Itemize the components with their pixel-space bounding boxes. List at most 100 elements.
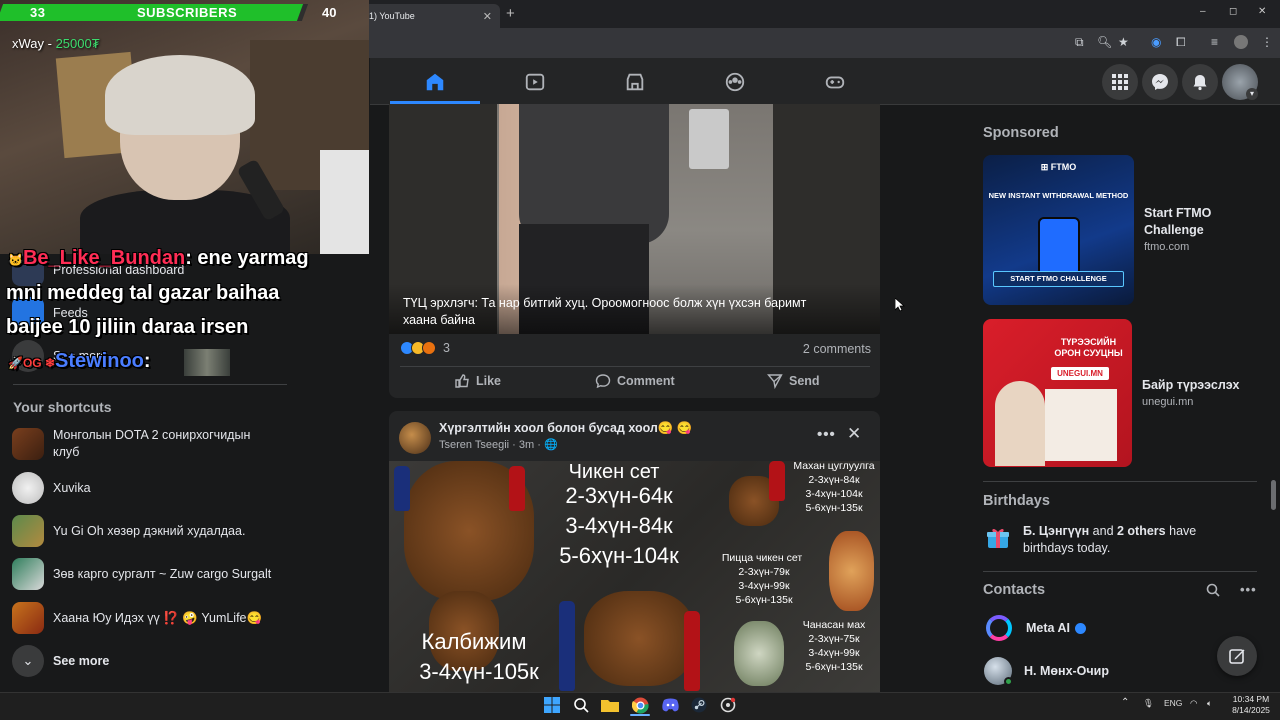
subscriber-goal-target: 40 [322,5,337,20]
messenger-icon [1152,74,1168,90]
ad-title: Start FTMO Challenge [1144,206,1212,237]
post-image-food-menu[interactable]: Чикен сет 2-3хүн-64к 3-4хүн-84к 5-6хүн-1… [389,461,880,692]
post-author-avatar[interactable] [399,422,431,454]
divider [983,571,1257,572]
birthday-notice[interactable]: Б. Цэнгүүн and 2 others have birthdays t… [1023,523,1248,557]
wifi-icon[interactable]: ◠ [1190,698,1197,709]
contact-item[interactable]: Н. Мөнх-Очир [984,657,1109,686]
microphone-icon[interactable]: 🎙︎ [1143,698,1154,709]
close-icon[interactable]: ✕ [847,424,861,444]
profile-avatar[interactable] [1234,35,1248,49]
post-group-title[interactable]: Хүргэлтийн хоол болон бусад хоол😋 😋 [439,421,692,436]
shortcut-item[interactable]: Xuvika [12,470,273,506]
tab-close-icon[interactable]: ✕ [483,10,492,23]
comments-count-link[interactable]: 2 comments [760,342,871,356]
shortcut-item[interactable]: Монголын DOTA 2 сонирхогчидын клуб [12,426,273,462]
contact-name: Meta AI [1026,621,1070,635]
tab-gaming[interactable] [790,60,880,104]
new-message-button[interactable] [1217,636,1257,676]
shortcut-item[interactable]: Yu Gi Oh хөзөр дэкний худалдаа. [12,513,273,549]
active-app-indicator [630,714,650,716]
notifications-button[interactable] [1182,64,1218,100]
language-indicator[interactable]: ENG [1164,698,1182,708]
divider [400,366,870,367]
search-contacts-icon[interactable] [1206,583,1220,600]
home-icon [426,73,444,91]
minimize-button[interactable]: – [1200,6,1206,17]
tab-title: (1) YouTube [366,11,415,21]
menu-line: 5-6хүн-135к [805,661,863,673]
chrome-icon[interactable] [630,695,650,715]
contact-meta-ai[interactable]: Meta AI [986,615,1086,641]
new-tab-button[interactable]: + [506,5,515,22]
contacts-heading: Contacts [983,582,1046,598]
video-caption: ТҮЦ эрхлэгч: Та нар битгий хуц. Ороомогн… [403,296,807,327]
ad-text-unegui[interactable]: Байр түрээслэх unegui.mn [1142,377,1262,408]
ad-text-ftmo[interactable]: Start FTMO Challenge ftmo.com [1144,205,1264,253]
menu-line: 2-3хүн-84к [808,474,860,486]
thumbs-up-icon [455,374,469,388]
ad-badge: UNEGUI.MN [1051,367,1109,380]
cast-icon[interactable]: ⧉ [1075,35,1084,50]
send-button[interactable]: Send [767,372,820,390]
scrollbar[interactable] [1271,480,1276,510]
ad-image-ftmo[interactable]: ⊞ FTMO NEW INSTANT WITHDRAWAL METHOD STA… [983,155,1134,305]
tab-home[interactable] [390,60,480,104]
maximize-button[interactable]: ◻ [1229,6,1237,17]
tab-marketplace[interactable] [590,60,680,104]
chevron-down-icon: ⌄ [12,645,44,677]
menu-line: 3-4хүн-99к [808,647,860,659]
contacts-more-icon[interactable]: ••• [1240,582,1257,597]
divider [983,481,1257,482]
file-explorer-icon[interactable] [600,695,620,715]
group-thumbnail [12,602,44,634]
menu-line: 2-3хүн-79к [738,566,790,578]
extension-icon[interactable]: ◉ [1151,35,1161,49]
bell-icon [1193,75,1207,91]
group-thumbnail [12,428,44,460]
bookmark-star-icon[interactable]: ★ [1118,35,1129,49]
messenger-button[interactable] [1142,64,1178,100]
tab-video[interactable] [490,60,580,104]
menu-line: 3-4хүн-99к [738,580,790,592]
media-control-icon[interactable]: ≡ [1211,35,1218,49]
meta-ai-icon [986,615,1012,641]
browser-menu-icon[interactable]: ⋮ [1261,35,1273,49]
menu-button[interactable] [1102,64,1138,100]
post-author-meta[interactable]: Tseren Tseegii · 3m · 🌐 [439,438,558,451]
zoom-icon[interactable]: 🔍︎ [1097,35,1112,49]
like-button[interactable]: Like [454,372,501,390]
steam-icon[interactable] [689,695,709,715]
ftmo-logo: ⊞ FTMO [1040,162,1077,172]
sidebar-see-more-bottom[interactable]: ⌄ See more [12,643,273,679]
tab-groups[interactable] [690,60,780,104]
menu-line: 5-6хүн-135к [805,502,863,514]
verified-badge-icon [1075,622,1086,634]
chat-message-1: 🐱Be_Like_Bundan: ene yarmag [8,247,309,269]
shortcut-item[interactable]: Хаана Юу Идэх үү ⁉️ 🤪 YumLife😋 [12,600,273,636]
search-icon[interactable] [571,695,591,715]
comment-icon [595,374,611,389]
puzzle-icon[interactable]: ⧠ [1176,35,1186,50]
chevron-down-icon[interactable]: ▾ [1246,88,1258,100]
clock-time: 10:34 PM [1232,694,1270,704]
comment-button[interactable]: Comment [595,372,675,390]
menu-title-kalbi: Калбижим [421,629,527,654]
menu-line: 2-3хүн-64к [565,483,673,508]
reaction-summary[interactable]: 3 [400,341,450,355]
app-icon[interactable] [718,695,738,715]
chevron-up-icon[interactable]: ⌃ [1121,697,1129,708]
volume-icon[interactable]: 🔈︎ [1207,698,1212,709]
shortcut-label: Xuvika [53,480,91,495]
shortcut-label: Yu Gi Oh хөзөр дэкний худалдаа. [53,523,246,538]
close-window-button[interactable]: ✕ [1258,6,1266,17]
system-clock[interactable]: 10:34 PM 8/14/2025 [1226,694,1276,716]
angry-reaction-icon [422,341,436,355]
menu-title-pizza: Пицца чикен сет [721,552,803,564]
more-options-icon[interactable]: ••• [817,426,836,443]
windows-start-icon[interactable] [542,695,562,715]
shortcut-label: Монголын DOTA 2 сонирхогчидын клуб [53,428,251,459]
shortcut-item[interactable]: Зөв карго сургалт ~ Zuw cargo Surgalt [12,556,273,592]
discord-icon[interactable] [660,695,680,715]
ad-image-unegui[interactable]: ТҮРЭЭСИЙН ОРОН СУУЦНЫ UNEGUI.MN [983,319,1132,467]
